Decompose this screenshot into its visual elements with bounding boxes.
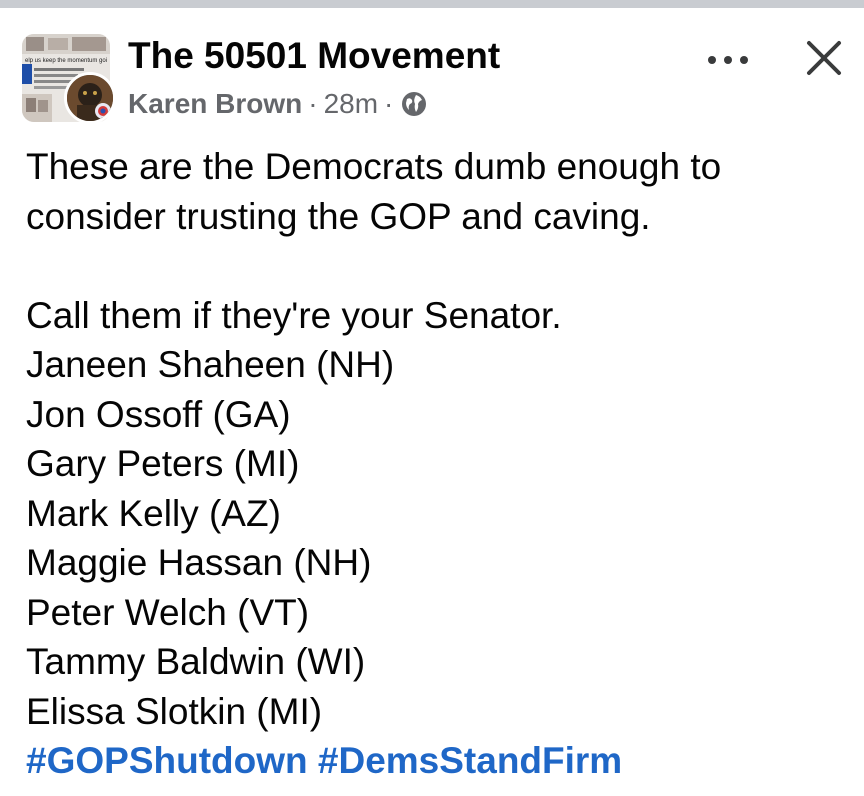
more-options-button[interactable] — [700, 38, 756, 82]
globe-icon — [401, 91, 427, 117]
hashtag-link-gopshutdown[interactable]: #GOPShutdown — [26, 740, 308, 781]
senator-list-item: Gary Peters (MI) — [26, 443, 300, 484]
senator-list-item: Mark Kelly (AZ) — [26, 492, 281, 534]
meta-separator: · — [384, 88, 394, 119]
meta-separator: · — [308, 88, 318, 119]
hashtag-link-demsstandfirm[interactable]: #DemsStandFirm — [318, 740, 622, 781]
author-avatar[interactable] — [64, 72, 116, 124]
top-divider — [0, 0, 864, 8]
more-horizontal-icon — [708, 56, 748, 64]
author-name-link[interactable]: Karen Brown — [128, 88, 302, 120]
hashtag-line: #GOPShutdown #DemsStandFirm — [26, 736, 846, 786]
close-button[interactable] — [798, 32, 850, 84]
call-to-action-line: Call them if they're your Senator. — [26, 294, 562, 336]
post-intro-line: consider trusting the GOP and caving. — [26, 195, 651, 237]
post-meta: Karen Brown · 28m · — [128, 88, 427, 120]
senator-list-item: Tammy Baldwin (WI) — [26, 641, 366, 682]
senator-list-item: Elissa Slotkin (MI) — [26, 690, 323, 732]
post-timestamp[interactable]: 28m — [324, 88, 378, 120]
post-body: These are the Democrats dumb enough to c… — [26, 142, 846, 786]
close-icon — [807, 41, 841, 75]
group-name-link[interactable]: The 50501 Movement — [128, 34, 500, 78]
post-intro-line: These are the Democrats dumb enough to — [26, 146, 722, 187]
senator-list-item: Jon Ossoff (GA) — [26, 393, 291, 435]
senator-list-item: Peter Welch (VT) — [26, 591, 310, 633]
senator-list-item: Maggie Hassan (NH) — [26, 542, 372, 583]
senator-list-item: Janeen Shaheen (NH) — [26, 344, 395, 385]
post-header: elp us keep the momentum goi The 50501 M… — [0, 8, 864, 128]
thumbnail-caption: elp us keep the momentum goi — [25, 58, 107, 64]
